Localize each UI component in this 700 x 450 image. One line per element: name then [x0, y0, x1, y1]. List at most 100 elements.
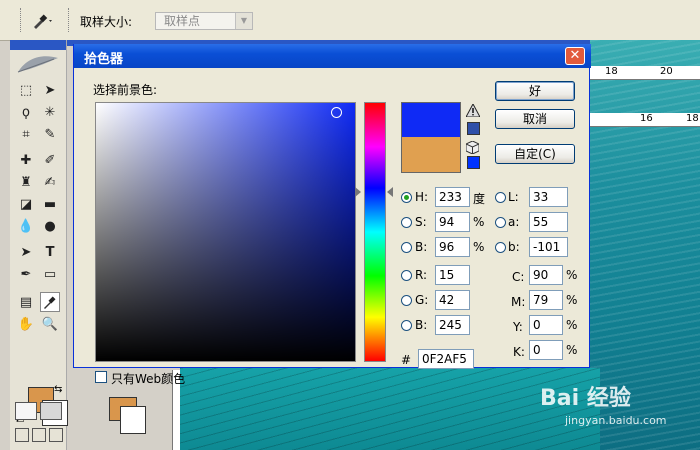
type-tool-icon[interactable]: T: [40, 242, 60, 262]
magenta-field[interactable]: 79: [529, 290, 563, 310]
red-field[interactable]: 15: [435, 265, 470, 285]
a-channel-label: a:: [508, 215, 520, 229]
screen-mode-full-icon[interactable]: [49, 428, 63, 442]
cyan-label: C:: [512, 270, 525, 284]
black-unit: %: [566, 343, 578, 357]
radio-green[interactable]: [401, 295, 412, 306]
current-color-swatch[interactable]: [401, 137, 461, 173]
pen-tool-icon[interactable]: ✒: [16, 264, 36, 284]
close-icon: ✕: [569, 48, 581, 63]
saturation-brightness-field[interactable]: [95, 102, 356, 362]
healing-brush-tool-icon[interactable]: ✚: [16, 150, 36, 170]
horizontal-ruler: 18 20: [590, 66, 700, 80]
close-button[interactable]: ✕: [565, 47, 585, 65]
radio-saturation[interactable]: [401, 217, 412, 228]
dialog-title-bar[interactable]: 拾色器 ✕: [74, 44, 591, 68]
lightness-field[interactable]: 33: [529, 187, 568, 207]
watermark-url: jingyan.baidu.com: [565, 414, 667, 427]
eyedropper-tool-preset-icon[interactable]: [30, 12, 56, 30]
blur-tool-icon[interactable]: 💧: [16, 216, 36, 236]
ruler-mark: 18: [686, 113, 699, 124]
shape-tool-icon[interactable]: ▭: [40, 264, 60, 284]
black-field[interactable]: 0: [529, 340, 563, 360]
magenta-unit: %: [566, 293, 578, 307]
radio-brightness[interactable]: [401, 242, 412, 253]
saturation-field[interactable]: 94: [435, 212, 470, 232]
color-field-marker[interactable]: [331, 107, 342, 118]
brightness-unit: %: [473, 240, 485, 254]
zoom-tool-icon[interactable]: 🔍: [40, 314, 60, 334]
brightness-label: B:: [415, 240, 428, 254]
gamut-color-swatch[interactable]: [467, 122, 480, 135]
hand-tool-icon[interactable]: ✋: [16, 314, 36, 334]
green-field[interactable]: 42: [435, 290, 470, 310]
sample-size-label: 取样大小:: [80, 15, 133, 29]
lasso-tool-icon[interactable]: ϙ: [16, 102, 36, 122]
hue-field[interactable]: 233: [435, 187, 470, 207]
eraser-tool-icon[interactable]: ◪: [16, 194, 36, 214]
web-safe-cube-icon[interactable]: [465, 140, 480, 155]
cyan-field[interactable]: 90: [529, 265, 563, 285]
eyedropper-tool-icon[interactable]: [40, 292, 60, 312]
sample-size-select[interactable]: 取样点 ▼: [155, 12, 253, 30]
radio-lightness[interactable]: [495, 192, 506, 203]
ruler-mark: 16: [640, 113, 653, 124]
toolbox-title-bar[interactable]: [10, 40, 66, 50]
sample-size-value: 取样点: [164, 14, 201, 28]
dodge-tool-icon[interactable]: ●: [40, 216, 60, 236]
radio-blue[interactable]: [401, 320, 412, 331]
history-brush-tool-icon[interactable]: ✍: [40, 172, 60, 192]
yellow-label: Y:: [513, 320, 523, 334]
web-safe-color-swatch[interactable]: [467, 156, 480, 169]
radio-b-channel[interactable]: [495, 242, 506, 253]
blue-label: B:: [415, 318, 428, 332]
standard-mode-icon[interactable]: [15, 402, 37, 420]
hue-slider-right-arrow-icon[interactable]: [387, 187, 393, 197]
b-channel-label: b:: [508, 240, 520, 254]
screen-mode-menu-icon[interactable]: [32, 428, 46, 442]
new-color-swatch: [401, 102, 461, 138]
marquee-tool-icon[interactable]: ⬚: [16, 80, 36, 100]
magenta-label: M:: [511, 295, 526, 309]
radio-red[interactable]: [401, 270, 412, 281]
screen-mode-standard-icon[interactable]: [15, 428, 29, 442]
custom-button[interactable]: 自定(C): [495, 144, 575, 164]
clone-stamp-tool-icon[interactable]: ♜: [16, 172, 36, 192]
brightness-field[interactable]: 96: [435, 237, 470, 257]
toolbox: ⬚ ➤ ϙ ✳ ⌗ ✎ ✚ ✐ ♜ ✍ ◪ ▬ 💧 ● ➤ T ✒ ▭ ▤ ✋ …: [10, 40, 68, 450]
yellow-field[interactable]: 0: [529, 315, 563, 335]
out-of-gamut-warning-icon[interactable]: [465, 102, 481, 118]
web-colors-only-checkbox[interactable]: [95, 371, 107, 383]
b-channel-field[interactable]: -101: [529, 237, 568, 257]
watermark-logo: Bai 经验: [540, 386, 631, 411]
saturation-label: S:: [415, 215, 427, 229]
brush-tool-icon[interactable]: ✐: [40, 150, 60, 170]
radio-hue[interactable]: [401, 192, 412, 203]
green-label: G:: [415, 293, 429, 307]
gradient-tool-icon[interactable]: ▬: [40, 194, 60, 214]
lightness-label: L:: [508, 190, 519, 204]
hue-slider-left-arrow-icon[interactable]: [355, 187, 361, 197]
radio-a-channel[interactable]: [495, 217, 506, 228]
path-selection-tool-icon[interactable]: ➤: [16, 242, 36, 262]
hex-field[interactable]: 0F2AF5: [418, 349, 474, 369]
slice-tool-icon[interactable]: ✎: [40, 124, 60, 144]
web-colors-only-label: 只有Web颜色: [111, 372, 186, 386]
ruler-mark: 20: [660, 66, 673, 77]
cancel-button[interactable]: 取消: [495, 109, 575, 129]
hex-label: #: [401, 353, 412, 367]
options-divider: [68, 8, 69, 32]
hue-slider[interactable]: [364, 102, 386, 362]
a-channel-field[interactable]: 55: [529, 212, 568, 232]
quick-mask-mode-icon[interactable]: [40, 402, 62, 420]
black-label: K:: [513, 345, 525, 359]
swap-colors-icon[interactable]: ⇆: [54, 384, 62, 395]
ok-button[interactable]: 好: [495, 81, 575, 101]
crop-tool-icon[interactable]: ⌗: [16, 124, 36, 144]
options-bar: 取样大小: 取样点 ▼: [0, 0, 700, 41]
magic-wand-tool-icon[interactable]: ✳: [40, 102, 60, 122]
hue-label: H:: [415, 190, 429, 204]
notes-tool-icon[interactable]: ▤: [16, 292, 36, 312]
move-tool-icon[interactable]: ➤: [40, 80, 60, 100]
blue-field[interactable]: 245: [435, 315, 470, 335]
